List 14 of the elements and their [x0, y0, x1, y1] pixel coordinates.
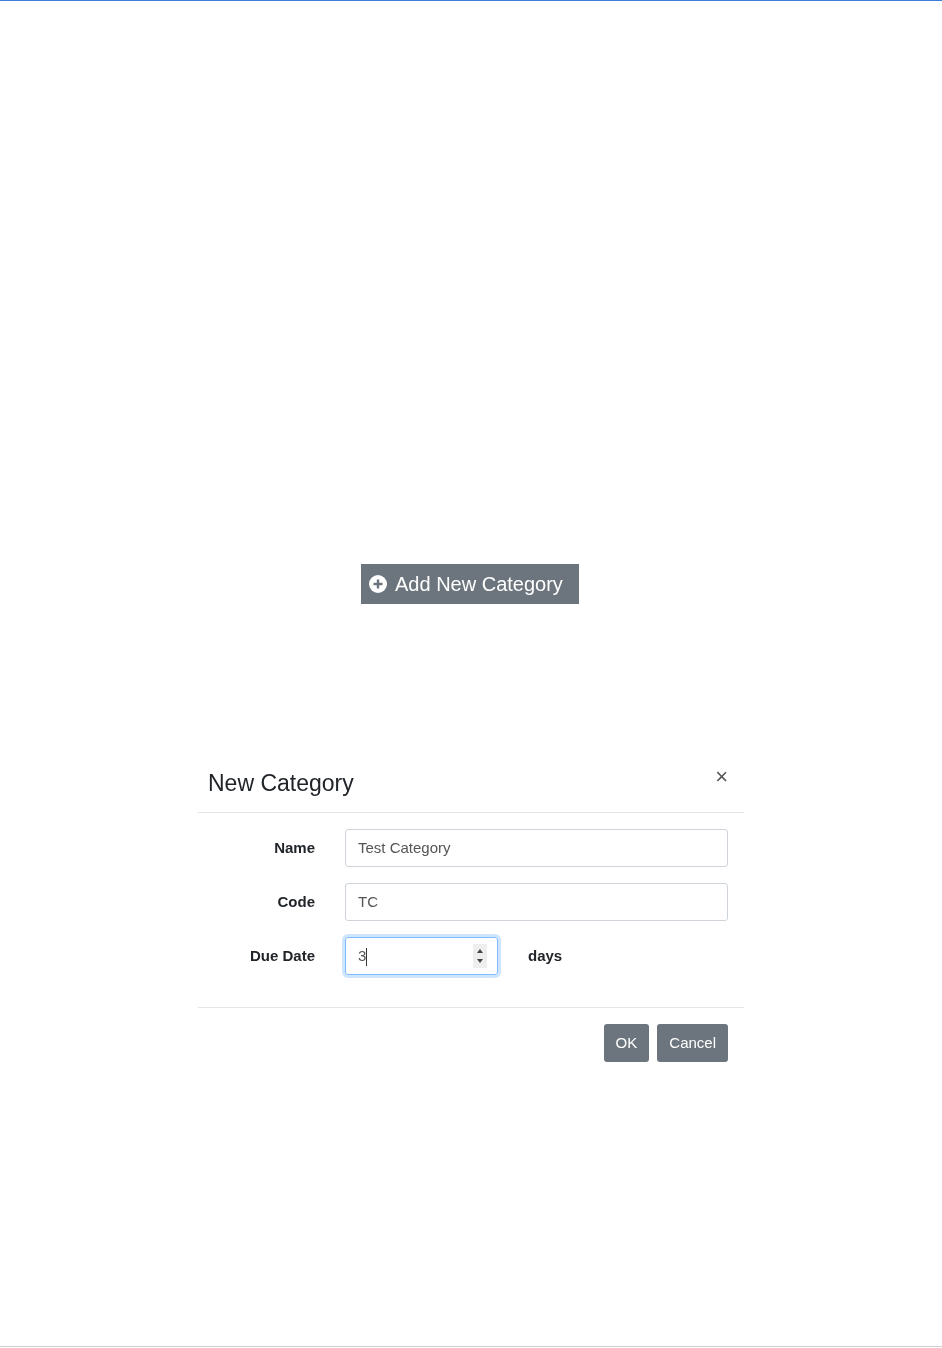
number-field[interactable]: 3	[345, 937, 498, 975]
unit-label: days	[528, 945, 563, 966]
plus-circle-icon	[369, 575, 387, 593]
text-field[interactable]: TC	[345, 883, 728, 921]
field-label: Name	[273, 837, 315, 858]
field-label: Code	[276, 891, 315, 912]
text-field[interactable]: Test Category	[345, 829, 728, 867]
close-button[interactable]: ×	[715, 766, 728, 788]
field-label: Due Date	[248, 945, 315, 966]
add-category-button[interactable]: Add New Category	[361, 564, 579, 604]
spinner-icon[interactable]	[473, 944, 487, 968]
dialog-title: New Category	[208, 769, 354, 798]
dialog-button[interactable]: Cancel	[657, 1024, 728, 1062]
dialog-button[interactable]: OK	[603, 1024, 650, 1062]
